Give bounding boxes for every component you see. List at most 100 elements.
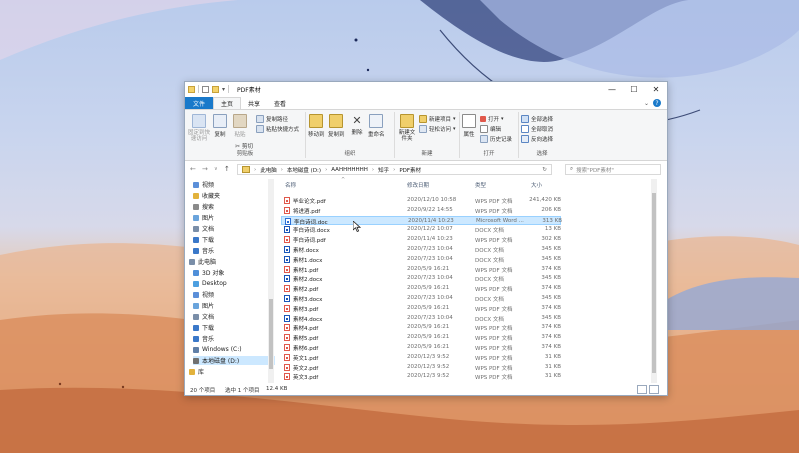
sidebar-item[interactable]: 库 [189, 367, 271, 376]
table-row[interactable]: 素材6.pdf 2020/5/9 16:21 WPS PDF 文档 374 KB [281, 343, 561, 352]
chevron-down-icon[interactable]: ▾ [222, 86, 225, 93]
breadcrumb-this-pc[interactable]: 此电脑 [260, 166, 277, 174]
table-row[interactable]: 英文2.pdf 2020/12/3 9:52 WPS PDF 文档 31 KB [281, 363, 561, 372]
sidebar-item[interactable]: 此电脑 [189, 257, 271, 266]
minimize-button[interactable]: — [601, 82, 623, 97]
details-view-icon[interactable] [637, 385, 647, 394]
help-icon[interactable]: ? [653, 99, 661, 107]
open-button[interactable]: 打开 ▾ [480, 115, 504, 123]
column-date-header[interactable]: 修改日期 [407, 181, 429, 191]
table-row[interactable]: 素材3.pdf 2020/5/9 16:21 WPS PDF 文档 374 KB [281, 304, 561, 313]
select-all-button[interactable]: 全部选择 [521, 115, 553, 123]
file-size: 31 KB [544, 353, 561, 360]
rename-button[interactable]: 重命名 [368, 114, 385, 138]
table-row[interactable]: 素材4.pdf 2020/5/9 16:21 WPS PDF 文档 374 KB [281, 323, 561, 332]
tab-share[interactable]: 共享 [241, 97, 267, 109]
sidebar-item[interactable]: 搜索 [193, 202, 275, 211]
sidebar-item[interactable]: 音乐 [193, 334, 275, 343]
table-row[interactable]: 英文1.pdf 2020/12/3 9:52 WPS PDF 文档 31 KB [281, 353, 561, 362]
search-box[interactable]: ⌕ 搜索"PDF素材" [565, 164, 661, 175]
sidebar-item-label: 音乐 [202, 248, 215, 255]
copy-button[interactable]: 复制 [213, 114, 227, 138]
history-button[interactable]: 历史记录 [480, 135, 512, 143]
table-row[interactable]: 毕业论文.pdf 2020/12/10 10:58 WPS PDF 文档 241,42… [281, 196, 561, 205]
back-arrow-icon[interactable]: ← [190, 165, 196, 173]
nav-scrollbar[interactable] [268, 179, 274, 383]
column-type-header[interactable]: 类型 [475, 181, 486, 191]
delete-button[interactable]: ✕ 删除 [351, 114, 363, 137]
select-none-button[interactable]: 全部取消 [521, 125, 553, 133]
sidebar-item[interactable]: 文档 [193, 312, 275, 321]
breadcrumb-drive-d[interactable]: 本地磁盘 (D:) [287, 166, 321, 174]
sidebar-item[interactable]: 下载 [193, 235, 275, 244]
copy-path-button[interactable]: 复制路径 [256, 115, 288, 123]
easy-access-button[interactable]: 轻松访问 ▾ [419, 125, 456, 133]
mouse-cursor-icon [353, 221, 361, 232]
table-row[interactable]: 李白诗词.docx 2020/12/2 10:07 DOCX 文档 13 KB [281, 225, 561, 234]
paste-shortcut-button[interactable]: 粘贴快捷方式 [256, 125, 299, 133]
sidebar-item[interactable]: Windows (C:) [193, 345, 275, 354]
sidebar-item[interactable]: 视频 [193, 180, 275, 189]
sidebar-item[interactable]: 3D 对象 [193, 268, 275, 277]
new-folder-icon[interactable] [212, 85, 219, 93]
nav-scroll-thumb[interactable] [269, 299, 273, 369]
sidebar-item[interactable]: 视频 [193, 290, 275, 299]
table-row[interactable]: 素材3.docx 2020/7/23 10:04 DOCX 文档 345 KB [281, 294, 561, 303]
copy-to-button[interactable]: 复制到 [328, 114, 345, 138]
pdf-file-icon [284, 363, 290, 371]
sidebar-item-label: 文档 [202, 314, 215, 321]
move-to-button[interactable]: 移动到 [308, 114, 325, 138]
sidebar-item[interactable]: 收藏夹 [193, 191, 275, 200]
file-scrollbar[interactable] [651, 179, 657, 383]
forward-arrow-icon[interactable]: → [202, 165, 208, 173]
new-item-button[interactable]: 新建项目 ▾ [419, 115, 456, 123]
refresh-icon[interactable]: ↻ [542, 167, 551, 173]
table-row[interactable]: 素材.docx 2020/7/23 10:04 DOCX 文档 345 KB [281, 245, 561, 254]
table-row[interactable]: 英文3.pdf 2020/12/3 9:52 WPS PDF 文档 31 KB [281, 372, 561, 381]
ribbon-expand-icon[interactable]: ⌄ [644, 100, 649, 107]
maximize-button[interactable]: ☐ [623, 82, 645, 97]
sidebar-item[interactable]: 文档 [193, 224, 275, 233]
tab-file[interactable]: 文件 [185, 97, 214, 109]
table-row[interactable]: 素材2.pdf 2020/5/9 16:21 WPS PDF 文档 374 KB [281, 284, 561, 293]
breadcrumb-zhihu[interactable]: 知乎 [378, 166, 389, 174]
table-row[interactable]: 李白诗词.doc 2020/11/4 10:23 Microsoft Word ..… [281, 215, 562, 226]
address-bar[interactable]: › 此电脑 › 本地磁盘 (D:) › AAHHHHHHH › 知乎 › PDF… [237, 164, 552, 175]
search-input[interactable]: 搜索"PDF素材" [576, 166, 614, 174]
close-button[interactable]: ✕ [645, 82, 667, 97]
table-row[interactable]: 素材4.docx 2020/7/23 10:04 DOCX 文档 345 KB [281, 314, 561, 323]
breadcrumb-aahh[interactable]: AAHHHHHHH [331, 167, 368, 173]
file-scroll-thumb[interactable] [652, 193, 656, 373]
breadcrumb-pdf-folder[interactable]: PDF素材 [399, 166, 421, 174]
sidebar-item[interactable]: 下载 [193, 323, 275, 332]
sidebar-item[interactable]: 图片 [193, 301, 275, 310]
word-file-icon [284, 314, 290, 322]
large-icons-view-icon[interactable] [649, 385, 659, 394]
new-folder-button[interactable]: 新建文件夹 [397, 114, 417, 142]
properties-icon[interactable] [202, 85, 209, 93]
sidebar-item[interactable]: 音乐 [193, 246, 275, 255]
tab-home[interactable]: 主页 [213, 97, 242, 109]
tab-view[interactable]: 查看 [267, 97, 293, 109]
table-row[interactable]: 素材1.pdf 2020/5/9 16:21 WPS PDF 文档 374 KB [281, 265, 561, 274]
invert-selection-button[interactable]: 反向选择 [521, 135, 553, 143]
column-size-header[interactable]: 大小 [531, 181, 542, 191]
up-arrow-icon[interactable]: ↑ [224, 165, 230, 173]
file-name: 李白诗词.pdf [293, 238, 326, 245]
table-row[interactable]: 将进酒.pdf 2020/9/22 14:55 WPS PDF 文档 206 KB [281, 206, 561, 215]
table-row[interactable]: 素材5.pdf 2020/5/9 16:21 WPS PDF 文档 374 KB [281, 333, 561, 342]
column-name-header[interactable]: 名称 [285, 181, 296, 191]
chevron-down-icon[interactable]: ∨ [214, 166, 218, 172]
paste-button[interactable]: 粘贴 [233, 114, 247, 138]
properties-button[interactable]: 属性 [462, 114, 476, 138]
file-name: 英文2.pdf [293, 365, 319, 372]
sidebar-item[interactable]: 图片 [193, 213, 275, 222]
sidebar-item[interactable]: Desktop [193, 279, 275, 288]
table-row[interactable]: 素材2.docx 2020/7/23 10:04 DOCX 文档 345 KB [281, 274, 561, 283]
pin-quick-access-button[interactable]: 固定到快速访问 [187, 114, 211, 142]
table-row[interactable]: 李白诗词.pdf 2020/11/4 10:23 WPS PDF 文档 302 KB [281, 235, 561, 244]
table-row[interactable]: 素材1.docx 2020/7/23 10:04 DOCX 文档 345 KB [281, 255, 561, 264]
edit-button[interactable]: 编辑 [480, 125, 501, 133]
sidebar-item[interactable]: 本地磁盘 (D:) [193, 356, 275, 365]
selected-count: 选中 1 个项目 [225, 388, 260, 394]
